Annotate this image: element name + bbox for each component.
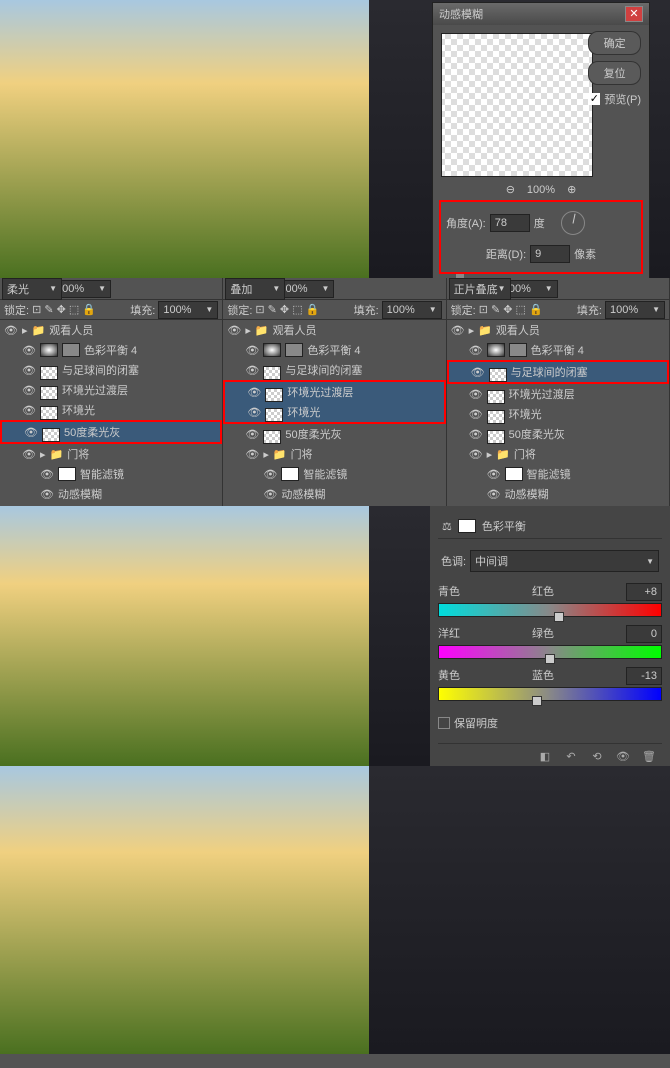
visibility-icon[interactable]: 👁 — [614, 750, 632, 766]
cb-slider[interactable] — [438, 645, 662, 659]
cb-slider[interactable] — [438, 603, 662, 617]
composite-image-middle: ⚖ 色彩平衡 色调: 中间调▼ 青色红色+8洋红绿色0黄色蓝色-13 保留明度 … — [0, 506, 670, 766]
zoom-value: 100% — [527, 184, 555, 196]
blend-mode-dropdown[interactable]: 正片叠底▼ — [449, 278, 511, 300]
blur-preview — [441, 33, 593, 177]
composite-image-top: 动感模糊 ✕ 确定 复位 ✓预览(P) ⊖ 100% ⊕ 角度(A): — [0, 0, 670, 278]
layer-row[interactable]: 👁与足球间的闭塞 — [449, 362, 667, 382]
previous-icon[interactable]: ↶ — [562, 750, 580, 766]
preview-checkbox[interactable]: ✓ — [588, 93, 600, 105]
cb-value[interactable]: 0 — [626, 625, 662, 643]
reset-icon[interactable]: ⟲ — [588, 750, 606, 766]
balance-icon: ⚖ — [442, 520, 452, 533]
cb-value[interactable]: -13 — [626, 667, 662, 685]
visibility-icon[interactable]: 👁 — [4, 324, 18, 337]
clip-icon[interactable]: ◧ — [536, 750, 554, 766]
layers-panel-3: 正片叠底▼ 不透明度: 100%▼ 锁定:⊡ ✎ ✥ ⬚ 🔒填充:100%▼ 👁… — [447, 278, 670, 506]
close-icon[interactable]: ✕ — [625, 6, 643, 22]
zoom-in-icon[interactable]: ⊕ — [567, 183, 576, 196]
cb-title: 色彩平衡 — [482, 518, 526, 534]
layer-row[interactable]: 👁环境光 — [225, 402, 443, 422]
trash-icon[interactable]: 🗑 — [640, 750, 658, 766]
cb-value[interactable]: +8 — [626, 583, 662, 601]
angle-input[interactable] — [490, 214, 530, 232]
layers-panels-row: 柔光▼ 不透明度: 100%▼ 锁定:⊡ ✎ ✥ ⬚ 🔒填充:100%▼ 👁▸📁… — [0, 278, 670, 506]
cb-slider[interactable] — [438, 687, 662, 701]
zoom-out-icon[interactable]: ⊖ — [506, 183, 515, 196]
dialog-title: 动感模糊 — [439, 6, 483, 22]
preserve-checkbox[interactable] — [438, 717, 450, 729]
tone-dropdown[interactable]: 中间调▼ — [470, 550, 659, 572]
layer-row[interactable]: 👁50度柔光灰 — [2, 422, 220, 442]
fill-dropdown[interactable]: 100%▼ — [158, 301, 218, 319]
composite-image-bottom — [0, 766, 670, 1054]
folder-icon: 📁 — [32, 324, 46, 337]
layers-panel-1: 柔光▼ 不透明度: 100%▼ 锁定:⊡ ✎ ✥ ⬚ 🔒填充:100%▼ 👁▸📁… — [0, 278, 223, 506]
blend-mode-dropdown[interactable]: 叠加▼ — [225, 278, 285, 300]
angle-dial-icon[interactable] — [561, 211, 585, 235]
distance-input[interactable] — [530, 245, 570, 263]
ok-button[interactable]: 确定 — [588, 31, 641, 55]
angle-label: 角度(A): — [446, 215, 486, 231]
color-balance-panel: ⚖ 色彩平衡 色调: 中间调▼ 青色红色+8洋红绿色0黄色蓝色-13 保留明度 … — [430, 506, 670, 766]
motion-blur-dialog: 动感模糊 ✕ 确定 复位 ✓预览(P) ⊖ 100% ⊕ 角度(A): — [432, 2, 650, 278]
layer-row[interactable]: 👁环境光过渡层 — [225, 382, 443, 402]
distance-label: 距离(D): — [486, 246, 526, 262]
expand-icon[interactable]: ▸ — [22, 324, 28, 337]
reset-button[interactable]: 复位 — [588, 61, 641, 85]
blend-mode-dropdown[interactable]: 柔光▼ — [2, 278, 62, 300]
layers-panel-2: 叠加▼ 不透明度: 100%▼ 锁定:⊡ ✎ ✥ ⬚ 🔒填充:100%▼ 👁▸📁… — [223, 278, 446, 506]
lock-icons[interactable]: ⊡ ✎ ✥ ⬚ 🔒 — [32, 303, 96, 316]
